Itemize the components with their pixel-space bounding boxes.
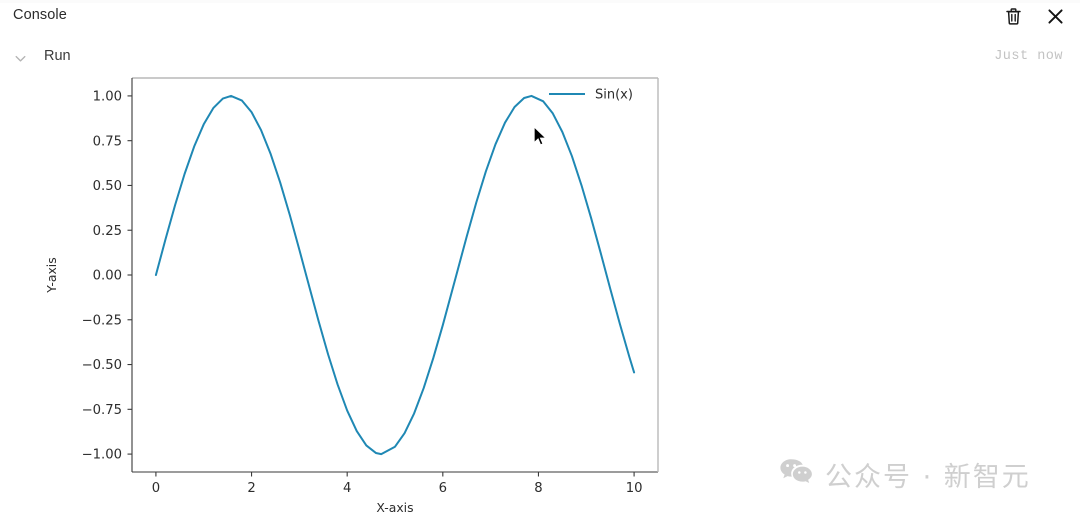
sine-line-chart: −1.00 −0.75 −0.50 −0.25 0.00 0.25 0.50 0.75 1.00… <box>44 77 659 514</box>
run-entry-row[interactable]: Run Just now <box>0 44 1080 74</box>
wechat-icon <box>779 457 813 492</box>
x-tick-label: 10 <box>626 481 643 496</box>
y-tick-label: −0.25 <box>82 313 122 328</box>
x-tick-label: 0 <box>152 481 160 496</box>
console-panel: Console Run Just now −1.00 −0.75 −0.50 −… <box>0 0 1080 514</box>
run-timestamp: Just now <box>994 49 1063 64</box>
chevron-down-icon[interactable] <box>13 51 28 66</box>
close-icon[interactable] <box>1044 5 1066 27</box>
y-tick-label: −0.75 <box>82 403 122 418</box>
y-tick-label: −0.50 <box>82 358 122 373</box>
watermark-text: 公众号 · 新智元 <box>825 462 1031 493</box>
run-label: Run <box>44 48 71 64</box>
header-actions <box>1002 5 1066 27</box>
y-tick-label: 0.25 <box>93 224 122 239</box>
page-title: Console <box>13 7 67 23</box>
matplotlib-figure: −1.00 −0.75 −0.50 −0.25 0.00 0.25 0.50 0.75 1.00… <box>0 74 690 514</box>
x-tick-label: 6 <box>439 481 447 496</box>
y-tick-label: −1.00 <box>82 448 122 463</box>
trash-icon[interactable] <box>1002 5 1024 27</box>
console-header: Console <box>0 0 1080 33</box>
x-tick-label: 4 <box>343 481 351 496</box>
y-tick-label: 0.50 <box>93 179 122 194</box>
wechat-watermark: 公众号 · 新智元 <box>779 455 1031 494</box>
x-tick-label: 2 <box>247 481 255 496</box>
x-tick-label: 8 <box>534 481 542 496</box>
y-tick-label: 1.00 <box>93 90 122 105</box>
legend-label-sin-x: Sin(x) <box>595 88 633 103</box>
y-tick-label: 0.75 <box>93 134 122 149</box>
y-axis-title: Y-axis <box>44 257 59 293</box>
x-axis-title: X-axis <box>376 500 413 514</box>
y-tick-label: 0.00 <box>93 269 122 284</box>
